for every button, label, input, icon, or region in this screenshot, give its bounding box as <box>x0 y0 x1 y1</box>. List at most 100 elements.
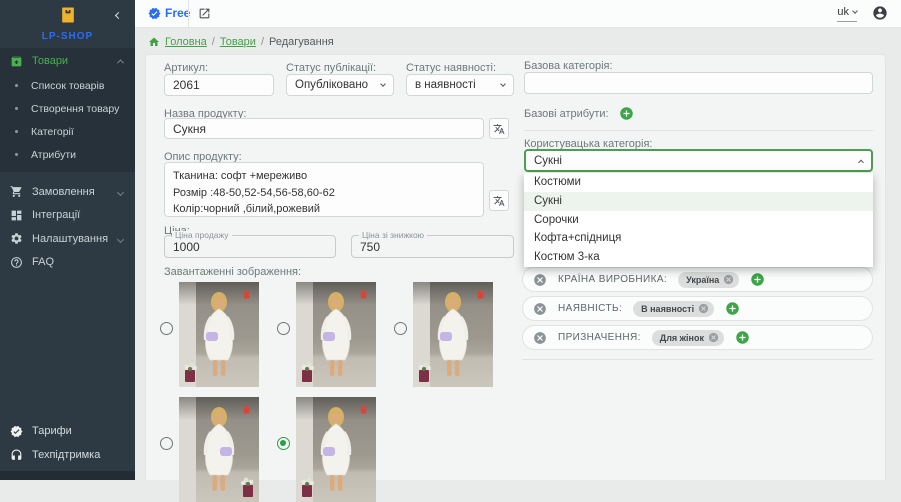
delete-image-icon[interactable] <box>475 288 486 301</box>
breadcrumb-products[interactable]: Товари <box>220 36 256 48</box>
sidebar-item-integrations[interactable]: Інтеграції <box>0 204 135 228</box>
plan-badge[interactable]: Free <box>148 6 190 20</box>
image-radio-0[interactable] <box>160 322 173 335</box>
sidebar-group-products: Товари Список товарів Створення товару К… <box>0 48 135 172</box>
product-name-input[interactable] <box>164 118 484 139</box>
sku-input[interactable] <box>164 74 274 96</box>
sidebar-menu: Замовлення Інтеграції Налаштування FAQ <box>0 180 135 274</box>
image-radio-1[interactable] <box>277 322 290 335</box>
remove-value-icon[interactable] <box>723 274 734 285</box>
sidebar-item-support[interactable]: Техпідтримка <box>0 443 135 467</box>
sidebar-item-products[interactable]: Товари <box>0 48 135 74</box>
product-image <box>296 282 376 387</box>
sidebar-item-attributes[interactable]: Атрибути <box>0 143 135 166</box>
attribute-pill-country: КРАЇНА ВИРОБНИКА: Україна <box>522 267 873 292</box>
breadcrumb-separator: / <box>212 36 215 48</box>
publication-status-value: Опубліковано <box>295 79 368 91</box>
image-radio-4[interactable] <box>277 437 290 450</box>
attribute-value-chip: В наявності <box>633 301 714 317</box>
attribute-value-chip: Україна <box>678 272 739 288</box>
chevron-down-icon <box>118 233 123 245</box>
translate-name-button[interactable] <box>489 118 509 139</box>
translate-description-button[interactable] <box>489 190 509 211</box>
plan-badge-label: Free <box>165 6 190 20</box>
chevron-down-icon <box>500 81 506 87</box>
product-photo <box>413 282 493 387</box>
base-category-label: Базова категорія: <box>524 60 613 72</box>
remove-value-icon[interactable] <box>708 332 719 343</box>
add-value-icon[interactable] <box>735 330 750 345</box>
category-option[interactable]: Сорочки <box>524 211 873 230</box>
sidebar-subitem-label: Категорії <box>31 126 74 138</box>
base-attributes-label: Базові атрибути: <box>524 108 609 120</box>
products-icon <box>10 55 23 68</box>
sale-price-label: Ціна продажу <box>172 231 232 240</box>
publication-status-select[interactable]: Опубліковано <box>286 74 394 96</box>
product-image <box>296 397 376 502</box>
sidebar-item-tariffs[interactable]: Тарифи <box>0 419 135 443</box>
sidebar-item-faq[interactable]: FAQ <box>0 251 135 275</box>
sidebar-item-categories[interactable]: Категорії <box>0 120 135 143</box>
sidebar-item-product-list[interactable]: Список товарів <box>0 74 135 97</box>
help-icon <box>10 256 23 269</box>
stock-status-value: в наявності <box>415 79 476 91</box>
delete-image-icon[interactable] <box>358 288 369 301</box>
sidebar-subitem-label: Створення товару <box>31 103 119 115</box>
images-label: Завантаженні зображення: <box>164 266 301 278</box>
breadcrumb-current: Редагування <box>269 36 334 48</box>
category-option[interactable]: Костюми <box>524 173 873 192</box>
custom-category-value: Сукні <box>534 155 562 167</box>
remove-value-icon[interactable] <box>698 303 709 314</box>
sidebar-item-settings[interactable]: Налаштування <box>0 227 135 251</box>
discount-price-label: Ціна зі знижкою <box>359 231 427 240</box>
image-radio-2[interactable] <box>394 322 407 335</box>
divider <box>522 359 873 360</box>
image-radio-3[interactable] <box>160 437 173 450</box>
chevron-down-icon <box>380 81 386 87</box>
sidebar-item-product-create[interactable]: Створення товару <box>0 97 135 120</box>
product-image <box>179 282 259 387</box>
product-photo <box>179 282 259 387</box>
sidebar-collapse-button[interactable] <box>111 8 125 22</box>
delete-image-icon[interactable] <box>241 403 252 416</box>
topbar-divider <box>188 0 189 28</box>
tariffs-icon <box>10 425 23 438</box>
gear-icon <box>10 232 23 245</box>
attribute-pill-availability: НАЯВНІСТЬ: В наявності <box>522 296 873 321</box>
chevron-down-icon <box>852 8 858 14</box>
custom-category-select[interactable]: Сукні <box>524 149 873 172</box>
add-value-icon[interactable] <box>725 301 740 316</box>
category-option[interactable]: Сукні <box>524 192 873 211</box>
app-logo-text: LP-SHOP <box>0 31 135 42</box>
remove-attribute-icon[interactable] <box>533 273 547 287</box>
description-textarea[interactable]: Тканина: софт +мереживо Розмір :48-50,52… <box>164 162 484 217</box>
open-in-new-icon[interactable] <box>198 7 211 20</box>
breadcrumb-home[interactable]: Головна <box>165 36 207 48</box>
breadcrumb-separator: / <box>261 36 264 48</box>
home-icon[interactable] <box>148 36 160 48</box>
remove-attribute-icon[interactable] <box>533 302 547 316</box>
base-category-input[interactable] <box>524 72 873 94</box>
translate-icon <box>493 123 505 135</box>
sidebar-subitem-label: Атрибути <box>31 149 76 161</box>
sidebar-item-label: Товари <box>32 55 118 67</box>
remove-attribute-icon[interactable] <box>533 331 547 345</box>
user-icon[interactable] <box>872 5 888 21</box>
category-option[interactable]: Кофта+спідниця <box>524 229 873 248</box>
sidebar-item-orders[interactable]: Замовлення <box>0 180 135 204</box>
delete-image-icon[interactable] <box>358 403 369 416</box>
language-select[interactable]: uk <box>837 6 857 22</box>
add-value-icon[interactable] <box>750 272 765 287</box>
attribute-name: КРАЇНА ВИРОБНИКА: <box>558 274 667 285</box>
sidebar-item-label: Налаштування <box>32 233 118 245</box>
sidebar-item-label: FAQ <box>32 256 123 268</box>
delete-image-icon[interactable] <box>241 288 252 301</box>
attribute-value-chip: Для жінок <box>652 330 724 346</box>
divider <box>524 130 873 131</box>
category-option[interactable]: Костюм 3-ка <box>524 248 873 267</box>
add-base-attribute-icon[interactable] <box>619 106 634 121</box>
attribute-pill-purpose: ПРИЗНАЧЕННЯ: Для жінок <box>522 325 873 350</box>
support-icon <box>10 449 23 462</box>
product-photo <box>296 282 376 387</box>
stock-status-select[interactable]: в наявності <box>406 74 514 96</box>
